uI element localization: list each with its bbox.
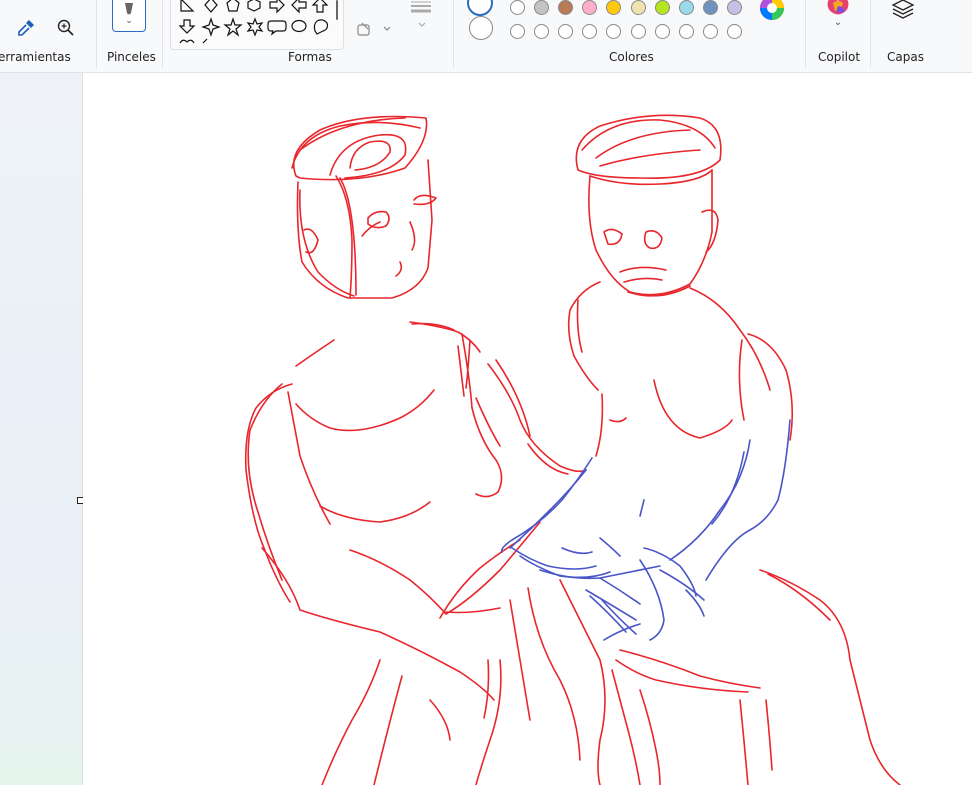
group-label-tools: Herramientas [0, 50, 71, 64]
custom-color-slot[interactable] [678, 24, 694, 39]
divider [870, 0, 871, 68]
custom-color-slot[interactable] [654, 24, 670, 39]
divider [96, 0, 97, 68]
color-wheel-icon[interactable] [758, 0, 786, 22]
heart-icon[interactable] [179, 39, 195, 44]
arrow-down-icon[interactable] [178, 19, 196, 34]
zoom-in-icon[interactable] [54, 16, 78, 40]
custom-color-slot[interactable] [510, 24, 525, 39]
group-label-brushes: Pinceles [107, 50, 156, 64]
color-swatch[interactable] [630, 0, 646, 15]
custom-color-slot[interactable] [726, 24, 742, 39]
red-sketch-strokes [244, 114, 901, 785]
callout-oval-icon[interactable] [291, 19, 307, 33]
custom-color-slot[interactable] [702, 24, 718, 39]
shapes-grid [178, 0, 329, 44]
group-label-copilot: Copilot [818, 50, 861, 64]
brush-button[interactable]: ⌄ [112, 0, 146, 32]
custom-color-slot[interactable] [630, 24, 646, 39]
color1-selector[interactable] [467, 0, 493, 16]
copilot-icon[interactable]: ⌄ [822, 0, 854, 32]
custom-color-slot[interactable] [582, 24, 598, 39]
custom-color-slot[interactable] [606, 24, 622, 39]
color-swatch[interactable] [678, 0, 694, 15]
color-swatch[interactable] [702, 0, 718, 15]
pentagon-icon[interactable] [226, 0, 240, 12]
divider [453, 0, 454, 68]
chevron-down-icon: ⌄ [125, 16, 133, 26]
line-width-icon[interactable] [404, 0, 438, 30]
shapes-scrollbar[interactable] [336, 0, 338, 20]
ribbon-toolbar: Herramientas ⌄ Pinceles [0, 0, 972, 73]
color-swatch[interactable] [654, 0, 670, 15]
arrow-left-icon[interactable] [291, 0, 307, 14]
eyedropper-icon[interactable] [14, 16, 38, 40]
arrow-up-icon[interactable] [311, 0, 329, 13]
drawing-canvas[interactable] [83, 73, 972, 785]
arrow-right-icon[interactable] [269, 0, 285, 14]
color-swatch[interactable] [606, 0, 622, 15]
divider [805, 0, 806, 68]
shape-fill-button[interactable] [352, 18, 396, 40]
custom-color-slot[interactable] [534, 24, 550, 39]
group-label-shapes: Formas [288, 50, 332, 64]
right-triangle-icon[interactable] [180, 0, 195, 12]
layers-icon[interactable] [890, 0, 916, 22]
color-swatch[interactable] [534, 0, 550, 15]
sketch-drawing [244, 114, 901, 785]
diamond-icon[interactable] [204, 0, 218, 13]
star4-icon[interactable] [201, 17, 221, 37]
group-label-colors: Colores [609, 50, 654, 64]
custom-color-slot[interactable] [558, 24, 574, 39]
chevron-down-icon: ⌄ [833, 16, 843, 28]
blue-sketch-strokes [500, 419, 791, 641]
color-swatch[interactable] [582, 0, 598, 15]
star5-icon[interactable] [223, 17, 243, 37]
star6-icon[interactable] [246, 17, 264, 37]
color-swatch[interactable] [726, 0, 742, 15]
color2-selector[interactable] [469, 16, 493, 40]
brush-icon [125, 3, 133, 15]
divider [162, 0, 163, 68]
color-swatch[interactable] [510, 0, 525, 15]
lightning-icon[interactable] [202, 38, 208, 44]
callout-cloud-icon[interactable] [313, 19, 329, 35]
hexagon-icon[interactable] [247, 0, 261, 12]
color-swatch[interactable] [558, 0, 574, 15]
callout-rect-icon[interactable] [267, 20, 287, 36]
shapes-gallery [170, 0, 344, 50]
group-label-layers: Capas [887, 50, 924, 64]
canvas-background-area [0, 73, 83, 785]
